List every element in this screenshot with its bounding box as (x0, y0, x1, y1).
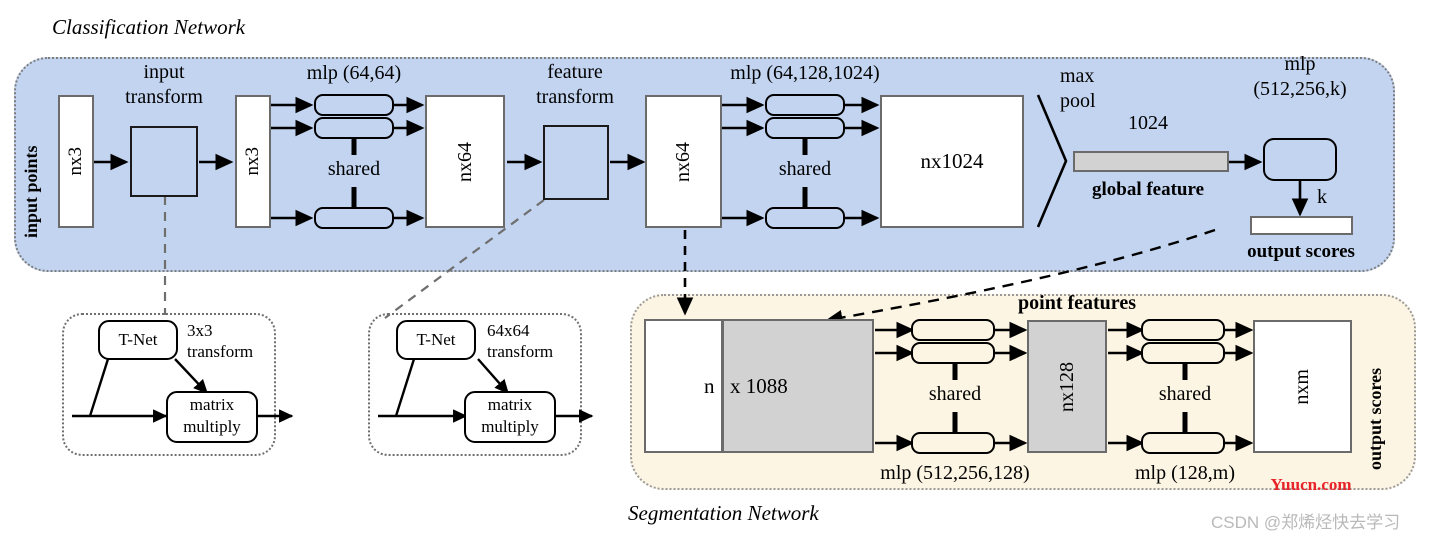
figure-canvas: Classification Network input points nx3 … (0, 0, 1439, 540)
global-feature-label: global feature (1091, 179, 1205, 200)
input-nx3-box: nx3 (58, 95, 94, 228)
input-points-label: input points (21, 145, 41, 238)
feature-tnet-matmul-line1: matrix (487, 395, 533, 414)
feature-tnet-transform-line2: transform (487, 342, 554, 361)
mlp1-shared-label: shared (327, 158, 381, 180)
nx1024-label: nx1024 (920, 149, 984, 173)
nx1024-box: nx1024 (880, 95, 1024, 228)
seg-mlp1-pill-mid (911, 342, 995, 364)
input-tnet-transform-line1: 3x3 (187, 321, 213, 340)
global-feature-bar (1073, 151, 1229, 172)
nx128-label: nx128 (1055, 361, 1078, 412)
feature-transform-label-line2: transform (536, 86, 614, 108)
input-nx3-label: nx3 (65, 147, 86, 176)
point-features-label: point features (1018, 292, 1136, 314)
nxm-box: nxm (1253, 320, 1352, 453)
concat-n-label: n (704, 374, 715, 398)
transformed-nx3-label: nx3 (242, 147, 263, 176)
seg-mlp2-label: mlp (128,m) (1135, 462, 1235, 484)
feature-tnet-transform-line1: 64x64 (487, 321, 530, 340)
mlp3-pill (1263, 138, 1337, 181)
input-transform-label-line1: input (143, 61, 185, 83)
mlp2-pill-top (765, 94, 845, 116)
classification-output-scores-box (1250, 216, 1353, 235)
input-tnet-matmul-line1: matrix (189, 395, 235, 414)
seg-mlp2-pill-top (1141, 319, 1225, 341)
csdn-watermark: CSDN @郑烯烃快去学习 (1211, 513, 1401, 532)
k-dim-label: k (1317, 186, 1327, 208)
concat-dim-label: x 1088 (730, 374, 788, 398)
input-tnet-transform-line2: transform (187, 342, 254, 361)
nx64-box-1: nx64 (425, 95, 505, 228)
input-tnet-matmul-line2: multiply (183, 417, 241, 436)
mlp-512-256-k-line2: (512,256,k) (1253, 78, 1347, 100)
nxm-label: nxm (1291, 368, 1313, 405)
transformed-nx3-box: nx3 (235, 95, 271, 228)
feature-tnet-label: T-Net (416, 330, 456, 349)
nx128-box: nx128 (1027, 320, 1107, 453)
classification-output-scores-label: output scores (1247, 241, 1355, 262)
seg-mlp1-pill-bottom (911, 432, 995, 454)
seg-mlp2-shared-label: shared (1158, 383, 1212, 405)
seg-mlp2-pill-bottom (1141, 432, 1225, 454)
segmentation-output-scores-label: output scores (1365, 367, 1385, 470)
connector-layer (72, 94, 1309, 452)
mlp-64-128-1024-label: mlp (64,128,1024) (730, 62, 880, 84)
max-pool-label-line2: pool (1060, 90, 1096, 112)
seg-mlp1-label: mlp (512,256,128) (880, 462, 1030, 484)
site-watermark: Yuucn.com (1270, 475, 1352, 494)
mlp1-pill-top (314, 94, 394, 116)
feature-tnet-matmul-line2: multiply (481, 417, 539, 436)
mlp1-pill-mid (314, 117, 394, 139)
mlp2-shared-label: shared (778, 158, 832, 180)
max-pool-label-line1: max (1060, 65, 1095, 87)
feature-transform-label-line1: feature (547, 61, 603, 83)
global-feature-dim-label: 1024 (1128, 112, 1168, 134)
mlp-512-256-k-line1: mlp (1284, 53, 1316, 75)
mlp2-pill-bottom (765, 207, 845, 229)
input-transform-label-line2: transform (125, 86, 203, 108)
feature-transform-box (543, 125, 609, 200)
segmentation-network-title: Segmentation Network (628, 501, 819, 525)
mlp1-pill-bottom (314, 207, 394, 229)
input-transform-box (130, 126, 198, 197)
nx64-label-2: nx64 (672, 141, 694, 182)
mlp2-pill-mid (765, 117, 845, 139)
nx64-box-2: nx64 (645, 95, 722, 228)
nx64-label-1: nx64 (453, 141, 476, 182)
mlp-64-64-label: mlp (64,64) (306, 62, 402, 84)
seg-mlp1-pill-top (911, 319, 995, 341)
input-tnet-label: T-Net (118, 330, 158, 349)
seg-mlp1-shared-label: shared (928, 383, 982, 405)
classification-network-title: Classification Network (52, 15, 246, 39)
seg-mlp2-pill-mid (1141, 342, 1225, 364)
